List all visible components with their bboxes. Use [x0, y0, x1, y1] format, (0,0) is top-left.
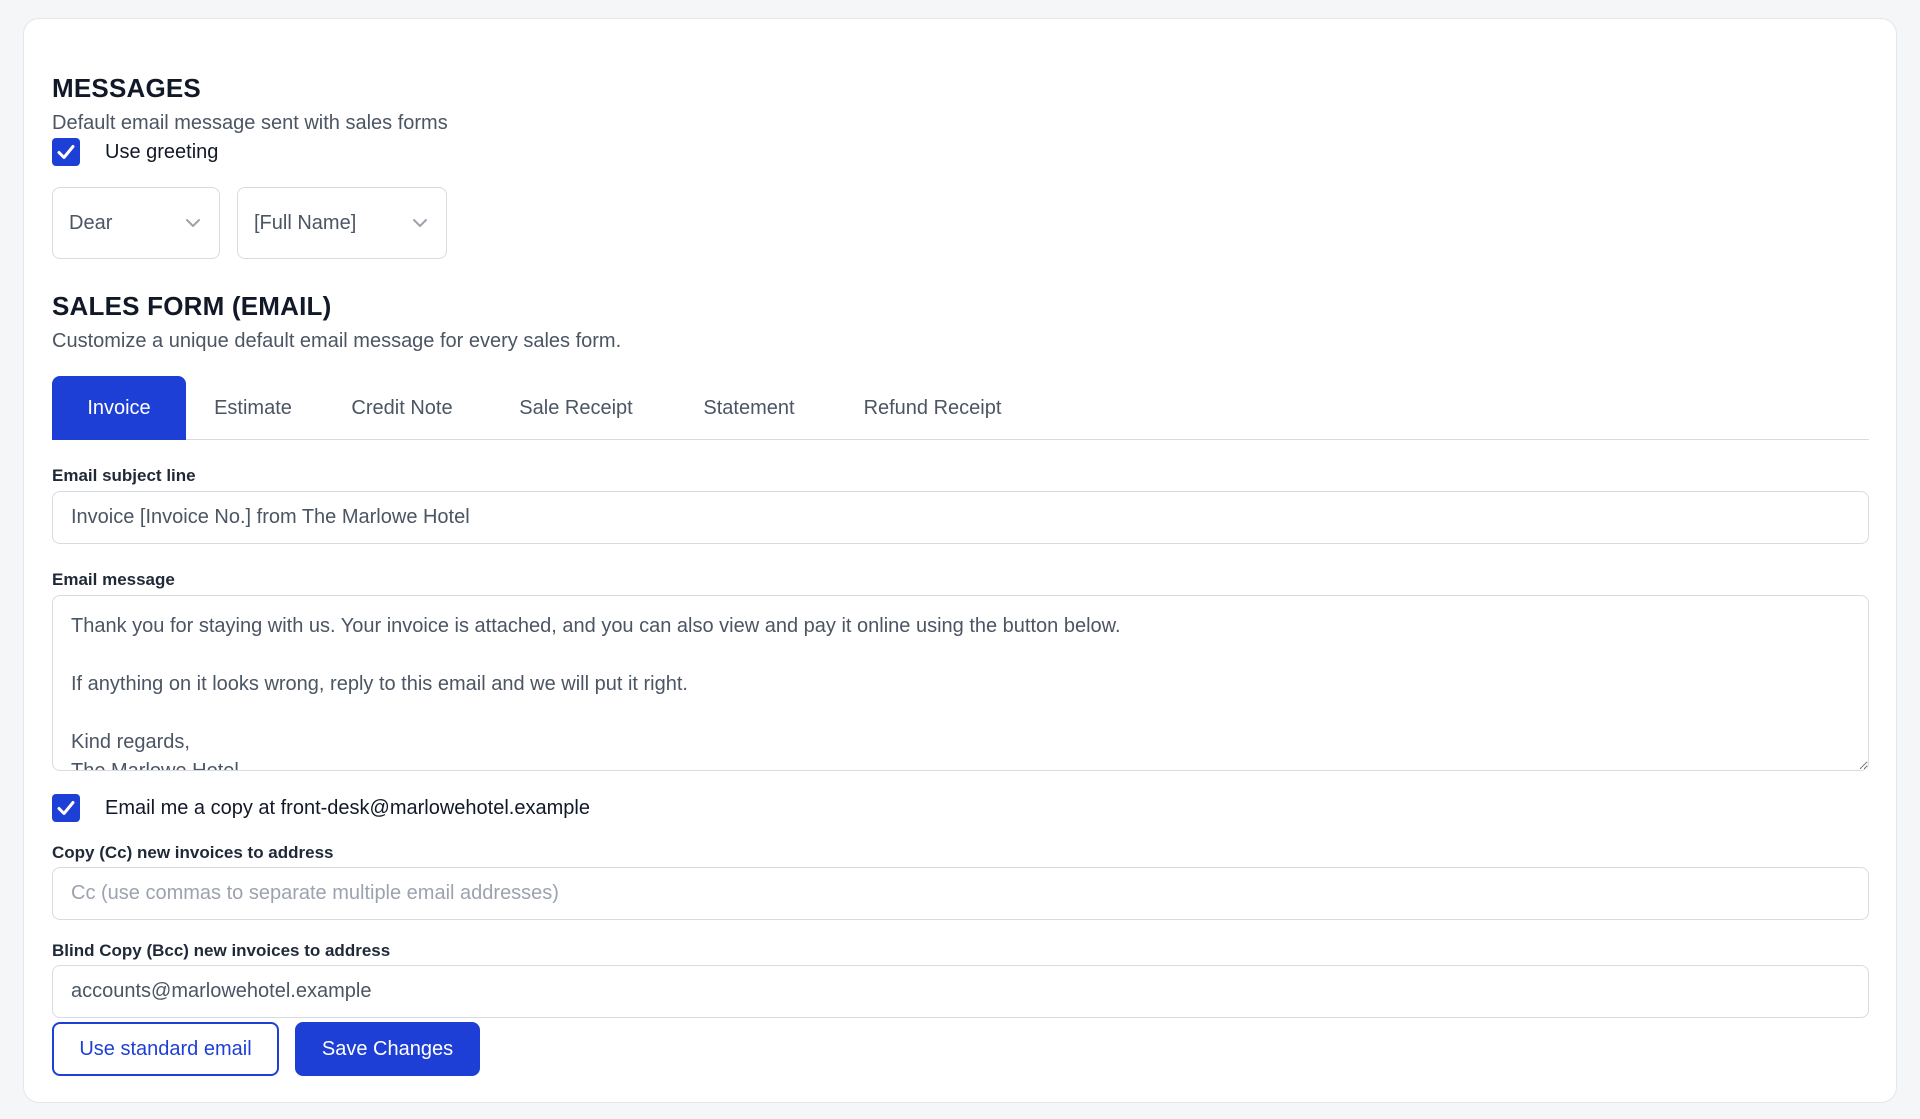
message-label: Email message — [52, 570, 175, 589]
tab-statement[interactable]: Statement — [668, 376, 830, 440]
use-greeting-label: Use greeting — [105, 140, 219, 163]
chevron-down-icon — [413, 219, 427, 227]
name-select-value: [Full Name] — [254, 211, 357, 234]
subject-label: Email subject line — [52, 466, 196, 485]
cc-input[interactable] — [52, 867, 1869, 920]
sales-form-tabs: Invoice Estimate Credit Note Sale Receip… — [52, 356, 1869, 440]
messages-subtitle: Default email message sent with sales fo… — [52, 112, 448, 134]
subject-input[interactable] — [52, 491, 1869, 544]
use-greeting-row[interactable]: Use greeting — [52, 138, 218, 166]
use-greeting-checkbox[interactable] — [52, 138, 80, 166]
chevron-down-icon — [186, 219, 200, 227]
bcc-label: Blind Copy (Bcc) new invoices to address — [52, 941, 391, 960]
copy-me-checkbox[interactable] — [52, 794, 80, 822]
settings-card: MESSAGES Default email message sent with… — [23, 18, 1897, 1103]
tab-estimate[interactable]: Estimate — [186, 376, 320, 440]
tab-invoice[interactable]: Invoice — [52, 376, 186, 440]
tab-refund-receipt[interactable]: Refund Receipt — [830, 376, 1035, 440]
sales-form-subtitle: Customize a unique default email message… — [52, 330, 622, 352]
bcc-input[interactable] — [52, 965, 1869, 1018]
save-changes-button[interactable]: Save Changes — [295, 1022, 480, 1076]
message-textarea[interactable]: Thank you for staying with us. Your invo… — [52, 595, 1869, 771]
copy-me-row[interactable]: Email me a copy at front-desk@marlowehot… — [52, 794, 590, 822]
messages-title: MESSAGES — [52, 73, 201, 103]
checkmark-icon — [57, 145, 75, 159]
greeting-select[interactable]: Dear — [52, 187, 220, 259]
checkmark-icon — [57, 801, 75, 815]
use-standard-email-button[interactable]: Use standard email — [52, 1022, 279, 1076]
tab-sale-receipt[interactable]: Sale Receipt — [484, 376, 668, 440]
name-select[interactable]: [Full Name] — [237, 187, 447, 259]
copy-me-label: Email me a copy at front-desk@marlowehot… — [105, 796, 590, 819]
sales-form-title: SALES FORM (EMAIL) — [52, 291, 332, 321]
cc-label: Copy (Cc) new invoices to address — [52, 843, 334, 862]
greeting-select-value: Dear — [69, 211, 113, 234]
tab-credit-note[interactable]: Credit Note — [320, 376, 484, 440]
